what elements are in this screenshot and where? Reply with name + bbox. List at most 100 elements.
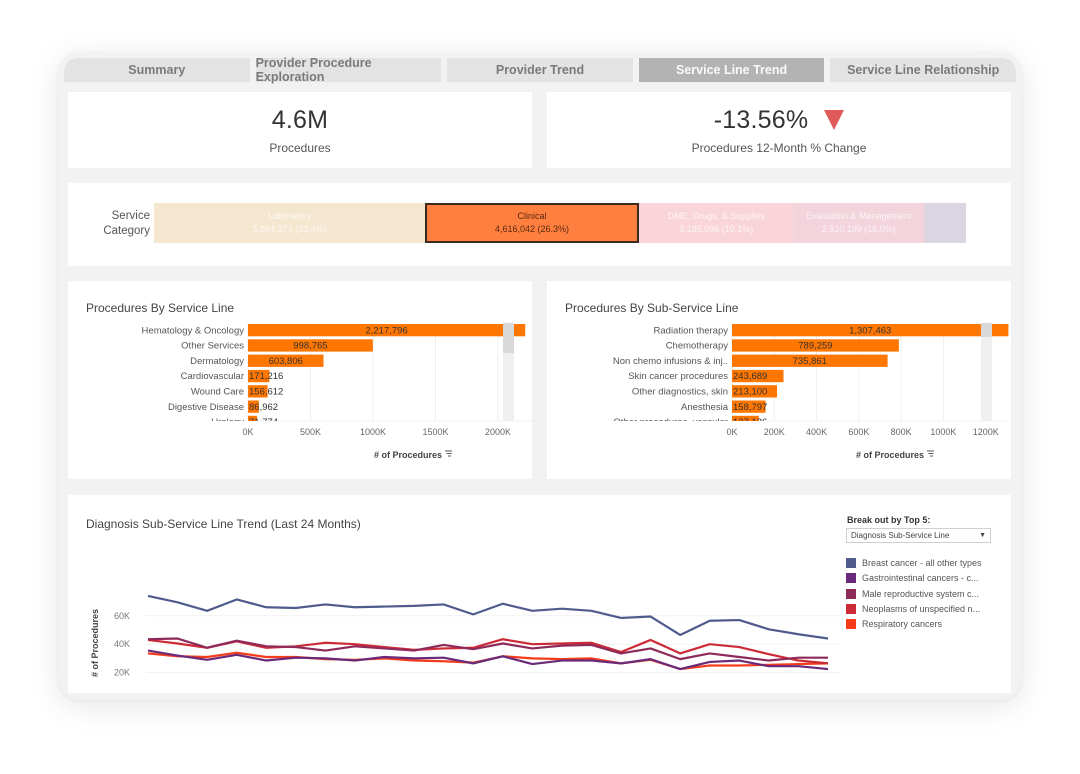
segment-value: 3,185,096 (19.1%) [679, 224, 754, 234]
percent-change: -13.56% [713, 105, 809, 134]
service-line-chart-card: Procedures By Service Line 0K 500K 1000K 15… [68, 281, 532, 479]
sort-icon[interactable] [445, 450, 452, 457]
bar-value-label: 243,689 [733, 371, 767, 382]
segment-value: 5,864,274 (33.4%) [252, 224, 327, 234]
legend-swatch [846, 588, 856, 599]
sub-service-line-chart-card: Procedures By Sub-Service Line 0K 200K 400… [547, 281, 1011, 479]
bar-value-label: 603,806 [269, 356, 303, 367]
legend-item[interactable]: Male reproductive system c... [846, 588, 980, 599]
dropdown-arrow-icon: ▼ [979, 532, 986, 539]
bar-value-label: 158,797 [733, 402, 767, 413]
kpi-procedures-label: Procedures [269, 140, 331, 155]
service-category-bar: Laboratory 5,864,274 (33.4%) Clinical 4,616… [154, 203, 966, 243]
category-label: Hematology & Oncology [142, 325, 245, 336]
sort-icon[interactable] [927, 450, 934, 457]
legend-swatch [846, 603, 856, 614]
x-tick-label: 1200K [973, 427, 999, 437]
category-label: Urology [211, 417, 244, 428]
category-label: Cardiovascular [181, 371, 244, 382]
legend-label: Breast cancer - all other types [862, 558, 982, 568]
service-category-label: Service Category [88, 209, 150, 239]
breakout-dropdown[interactable]: Diagnosis Sub-Service Line ▼ [846, 528, 991, 543]
service-category-segment[interactable]: Evaluation & Management 2,810,199 (16.0%) [793, 203, 924, 243]
down-triangle-icon [824, 110, 845, 130]
bar-value-label: 789,259 [798, 341, 832, 352]
legend-label: Neoplasms of unspecified n... [862, 603, 981, 614]
x-tick-label: 400K [806, 427, 827, 437]
dashboard-frame: Summary Provider Procedure Exploration P… [58, 52, 1022, 700]
y-tick-label: 60K [114, 611, 130, 621]
bar-value-label: 127,136 [733, 417, 767, 428]
x-tick-label: 0K [726, 427, 737, 437]
category-label: Chemotherapy [666, 341, 729, 352]
category-label: Other Services [181, 341, 244, 352]
service-category-segment[interactable]: DME, Drugs, & Supplies 3,185,096 (19.1%) [638, 203, 794, 243]
category-label: Digestive Disease [168, 402, 244, 413]
legend-item[interactable]: Gastrointestinal cancers - c... [846, 573, 979, 584]
x-tick-label: 500K [300, 427, 321, 437]
scroll-thumb[interactable] [503, 323, 514, 353]
x-tick-label: 1500K [422, 427, 448, 437]
legend-label: Gastrointestinal cancers - c... [862, 573, 979, 584]
category-label: Skin cancer procedures [628, 371, 728, 382]
segment-value: 4,616,042 (26.3%) [494, 224, 569, 234]
tab-summary[interactable]: Summary [64, 58, 250, 82]
segment-name: Clinical [517, 211, 547, 221]
sub-service-line-scrollbar[interactable] [981, 323, 992, 421]
segment-name: Laboratory [268, 211, 312, 221]
bar-value-label: 171,216 [249, 371, 283, 382]
category-label: Anesthesia [681, 402, 729, 413]
trend-chart-card: Diagnosis Sub-Service Line Trend (Last 2… [68, 495, 1011, 693]
breakout-label: Break out by Top 5: [847, 515, 931, 525]
legend-label: Respiratory cancers [862, 619, 943, 630]
category-label: Radiation therapy [654, 325, 729, 336]
category-label: Other diagnostics, skin [632, 387, 728, 398]
kpi-change-card: -13.56% Procedures 12-Month % Change [547, 92, 1011, 168]
x-tick-label: 1000K [930, 427, 956, 437]
legend-swatch [846, 573, 856, 584]
legend-item[interactable]: Neoplasms of unspecified n... [846, 603, 981, 614]
scroll-thumb[interactable] [981, 323, 992, 337]
bar-value-label: 1,307,463 [849, 325, 891, 336]
tab-service-line-trend[interactable]: Service Line Trend [638, 58, 825, 82]
bar-value-label: 998,765 [293, 341, 327, 352]
tab-provider-procedure-exploration[interactable]: Provider Procedure Exploration [255, 56, 442, 84]
service-category-segment[interactable]: Laboratory 5,864,274 (33.4%) [154, 203, 426, 243]
service-line-bar-chart: 0K 500K 1000K 1500K 2000K Hematology & Oncolo… [142, 323, 532, 460]
bar-value-label: 213,100 [733, 387, 767, 398]
procedures-total: 4.6M [271, 105, 329, 134]
category-label: Wound Care [191, 387, 244, 398]
bar-value-label: 2,217,796 [365, 325, 407, 336]
x-tick-label: 600K [848, 427, 869, 437]
bar-value-label: 86,962 [249, 402, 278, 413]
service-category-segment[interactable]: Clinical 4,616,042 (26.3%) [425, 203, 639, 243]
y-axis-title: # of Procedures [90, 609, 100, 677]
tab-provider-trend[interactable]: Provider Trend [447, 58, 633, 82]
x-axis-title: # of Procedures [374, 450, 442, 460]
segment-value: 2,810,199 (16.0%) [821, 224, 896, 234]
x-tick-label: 800K [891, 427, 912, 437]
sub-service-line-bar-chart: 0K 200K 400K 600K 800K 1000K 1200K Radiation th… [613, 323, 1011, 460]
legend-item[interactable]: Respiratory cancers [846, 619, 943, 630]
series-line[interactable] [147, 594, 829, 640]
legend-item[interactable]: Breast cancer - all other types [846, 558, 982, 568]
segment-name: Evaluation & Management [805, 211, 912, 221]
category-label: Other procedures, vascular [613, 417, 728, 428]
service-category-segment[interactable] [923, 203, 966, 243]
tab-service-line-relationship[interactable]: Service Line Relationship [830, 58, 1016, 82]
kpi-procedures-card: 4.6M Procedures [68, 92, 532, 168]
tab-bar: Summary Provider Procedure Exploration P… [64, 56, 1016, 84]
category-label: Dermatology [190, 356, 244, 367]
y-tick-label: 20K [114, 668, 130, 678]
x-tick-label: 2000K [485, 427, 511, 437]
service-category-label-line2: Category [103, 225, 150, 237]
legend-swatch [846, 558, 856, 568]
bar-value-label: 156,612 [249, 387, 283, 398]
kpi-procedures-value: 4.6M [272, 106, 328, 135]
service-line-scrollbar[interactable] [503, 323, 514, 421]
x-tick-label: 1000K [360, 427, 386, 437]
legend-label: Male reproductive system c... [862, 588, 980, 599]
category-label: Non chemo infusions & inj.. [613, 356, 728, 367]
x-axis-title: # of Procedures [856, 450, 924, 460]
kpi-change-value: -13.56% [714, 106, 845, 135]
